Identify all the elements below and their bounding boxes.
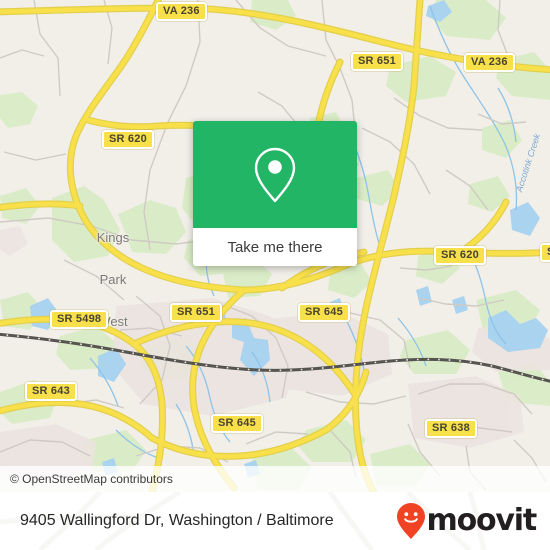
moovit-wordmark: moovit xyxy=(426,503,538,538)
take-me-there-callout[interactable]: Take me there xyxy=(193,121,357,266)
shield-sr-620-left[interactable]: SR 620 xyxy=(102,130,154,149)
shield-sr-620-right[interactable]: SR 620 xyxy=(434,246,486,265)
shield-sr-620-edge[interactable]: S xyxy=(540,243,550,262)
place-label-line-2: Park xyxy=(99,272,127,287)
map-screenshot: Kings Park West Accotink Creek VA 236 SR… xyxy=(0,0,550,550)
moovit-pin-icon xyxy=(396,503,425,539)
map-attribution-bar: © OpenStreetMap contributors xyxy=(0,466,550,492)
map-canvas[interactable]: Kings Park West Accotink Creek VA 236 SR… xyxy=(0,0,550,492)
shield-sr-643[interactable]: SR 643 xyxy=(25,382,77,401)
callout-pin-panel xyxy=(193,121,357,228)
take-me-there-label: Take me there xyxy=(227,238,323,256)
shield-va-236-right[interactable]: VA 236 xyxy=(464,53,515,72)
location-address: 9405 Wallingford Dr, Washington / Baltim… xyxy=(20,512,334,529)
shield-sr-651-top[interactable]: SR 651 xyxy=(351,52,403,71)
map-pin-icon xyxy=(254,147,296,202)
shield-sr-645-bottom[interactable]: SR 645 xyxy=(211,414,263,433)
shield-va-236-top[interactable]: VA 236 xyxy=(156,2,207,21)
shield-sr-645-mid[interactable]: SR 645 xyxy=(298,303,350,322)
moovit-logo[interactable]: moovit xyxy=(396,502,538,540)
place-label-line-1: Kings xyxy=(96,230,130,245)
osm-attribution-text[interactable]: © OpenStreetMap contributors xyxy=(0,472,173,486)
shield-sr-638[interactable]: SR 638 xyxy=(425,419,477,438)
place-label-kings-park-west: Kings Park West xyxy=(82,203,144,357)
shield-sr-651-mid[interactable]: SR 651 xyxy=(170,303,222,322)
callout-action-bar[interactable]: Take me there xyxy=(193,228,357,266)
footer-bar: 9405 Wallingford Dr, Washington / Baltim… xyxy=(0,492,550,550)
shield-sr-5498[interactable]: SR 5498 xyxy=(50,310,109,329)
